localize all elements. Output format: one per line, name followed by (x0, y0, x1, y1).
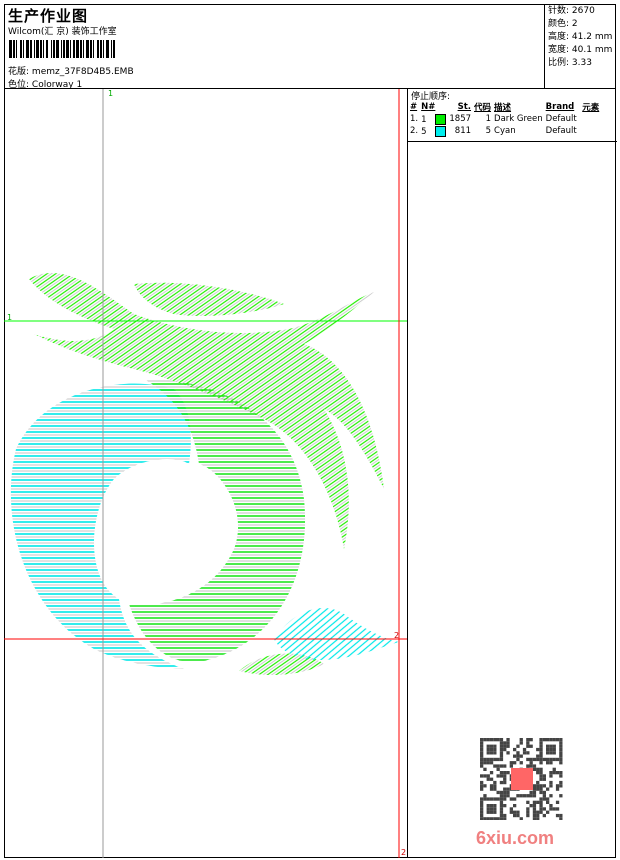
start-marker-top: 1 (108, 89, 113, 98)
seal-stamp (511, 768, 533, 790)
col-element: 元素 (582, 103, 600, 113)
barcode (9, 40, 207, 58)
stop-sequence-title: 停止顺序: (411, 92, 451, 102)
col-needle: N# (421, 102, 436, 112)
col-description: 描述 (494, 103, 512, 113)
start-marker-left: 1 (7, 313, 12, 322)
stop-sequence-table: # N# St. 代码 描述 Brand 元素 1. 1 1857 1 Dark… (410, 101, 602, 137)
stat-height: 高度: 41.2 mm (548, 32, 613, 42)
end-marker-right: 2 (394, 631, 399, 640)
design-label: 花版: (8, 67, 30, 77)
end-marker-bottom: 2 (401, 848, 406, 857)
page-title: 生产作业图 (8, 7, 89, 25)
color-swatch-green (434, 113, 446, 125)
stat-scale: 比例: 3.33 (548, 58, 592, 68)
design-value: memz_37F8D4B5.EMB (31, 67, 134, 77)
stat-width: 宽度: 40.1 mm (548, 45, 613, 55)
stat-stitches: 针数: 2670 (548, 6, 595, 16)
design-file: 花版: memz_37F8D4B5.EMB (8, 64, 134, 77)
table-row[interactable]: 2. 5 811 5 Cyan Default (410, 125, 602, 137)
green-swoosh-mid (134, 282, 284, 316)
color-swatch-cyan (434, 125, 446, 137)
embroidery-canvas: 1 1 2 2 (4, 89, 407, 858)
stats-panel: 针数: 2670 颜色: 2 高度: 41.2 mm 宽度: 40.1 mm 比… (544, 4, 616, 88)
qr-code (480, 738, 563, 820)
col-index: # (410, 102, 418, 112)
watermark-logo: 6xiu.com (476, 828, 555, 848)
col-brand: Brand (545, 102, 575, 112)
company-name: Wilcom(汇 京) 装饰工作室 (8, 27, 117, 37)
table-row[interactable]: 1. 1 1857 1 Dark Green Default (410, 113, 602, 125)
cyan-tail (274, 607, 399, 661)
col-code: 代码 (474, 103, 492, 113)
col-stitches: St. (457, 102, 472, 112)
table-header: # N# St. 代码 描述 Brand 元素 (410, 101, 602, 113)
stat-colors: 颜色: 2 (548, 19, 578, 29)
header: 生产作业图 Wilcom(汇 京) 装饰工作室 花版: memz_37F8D4B… (4, 4, 616, 90)
